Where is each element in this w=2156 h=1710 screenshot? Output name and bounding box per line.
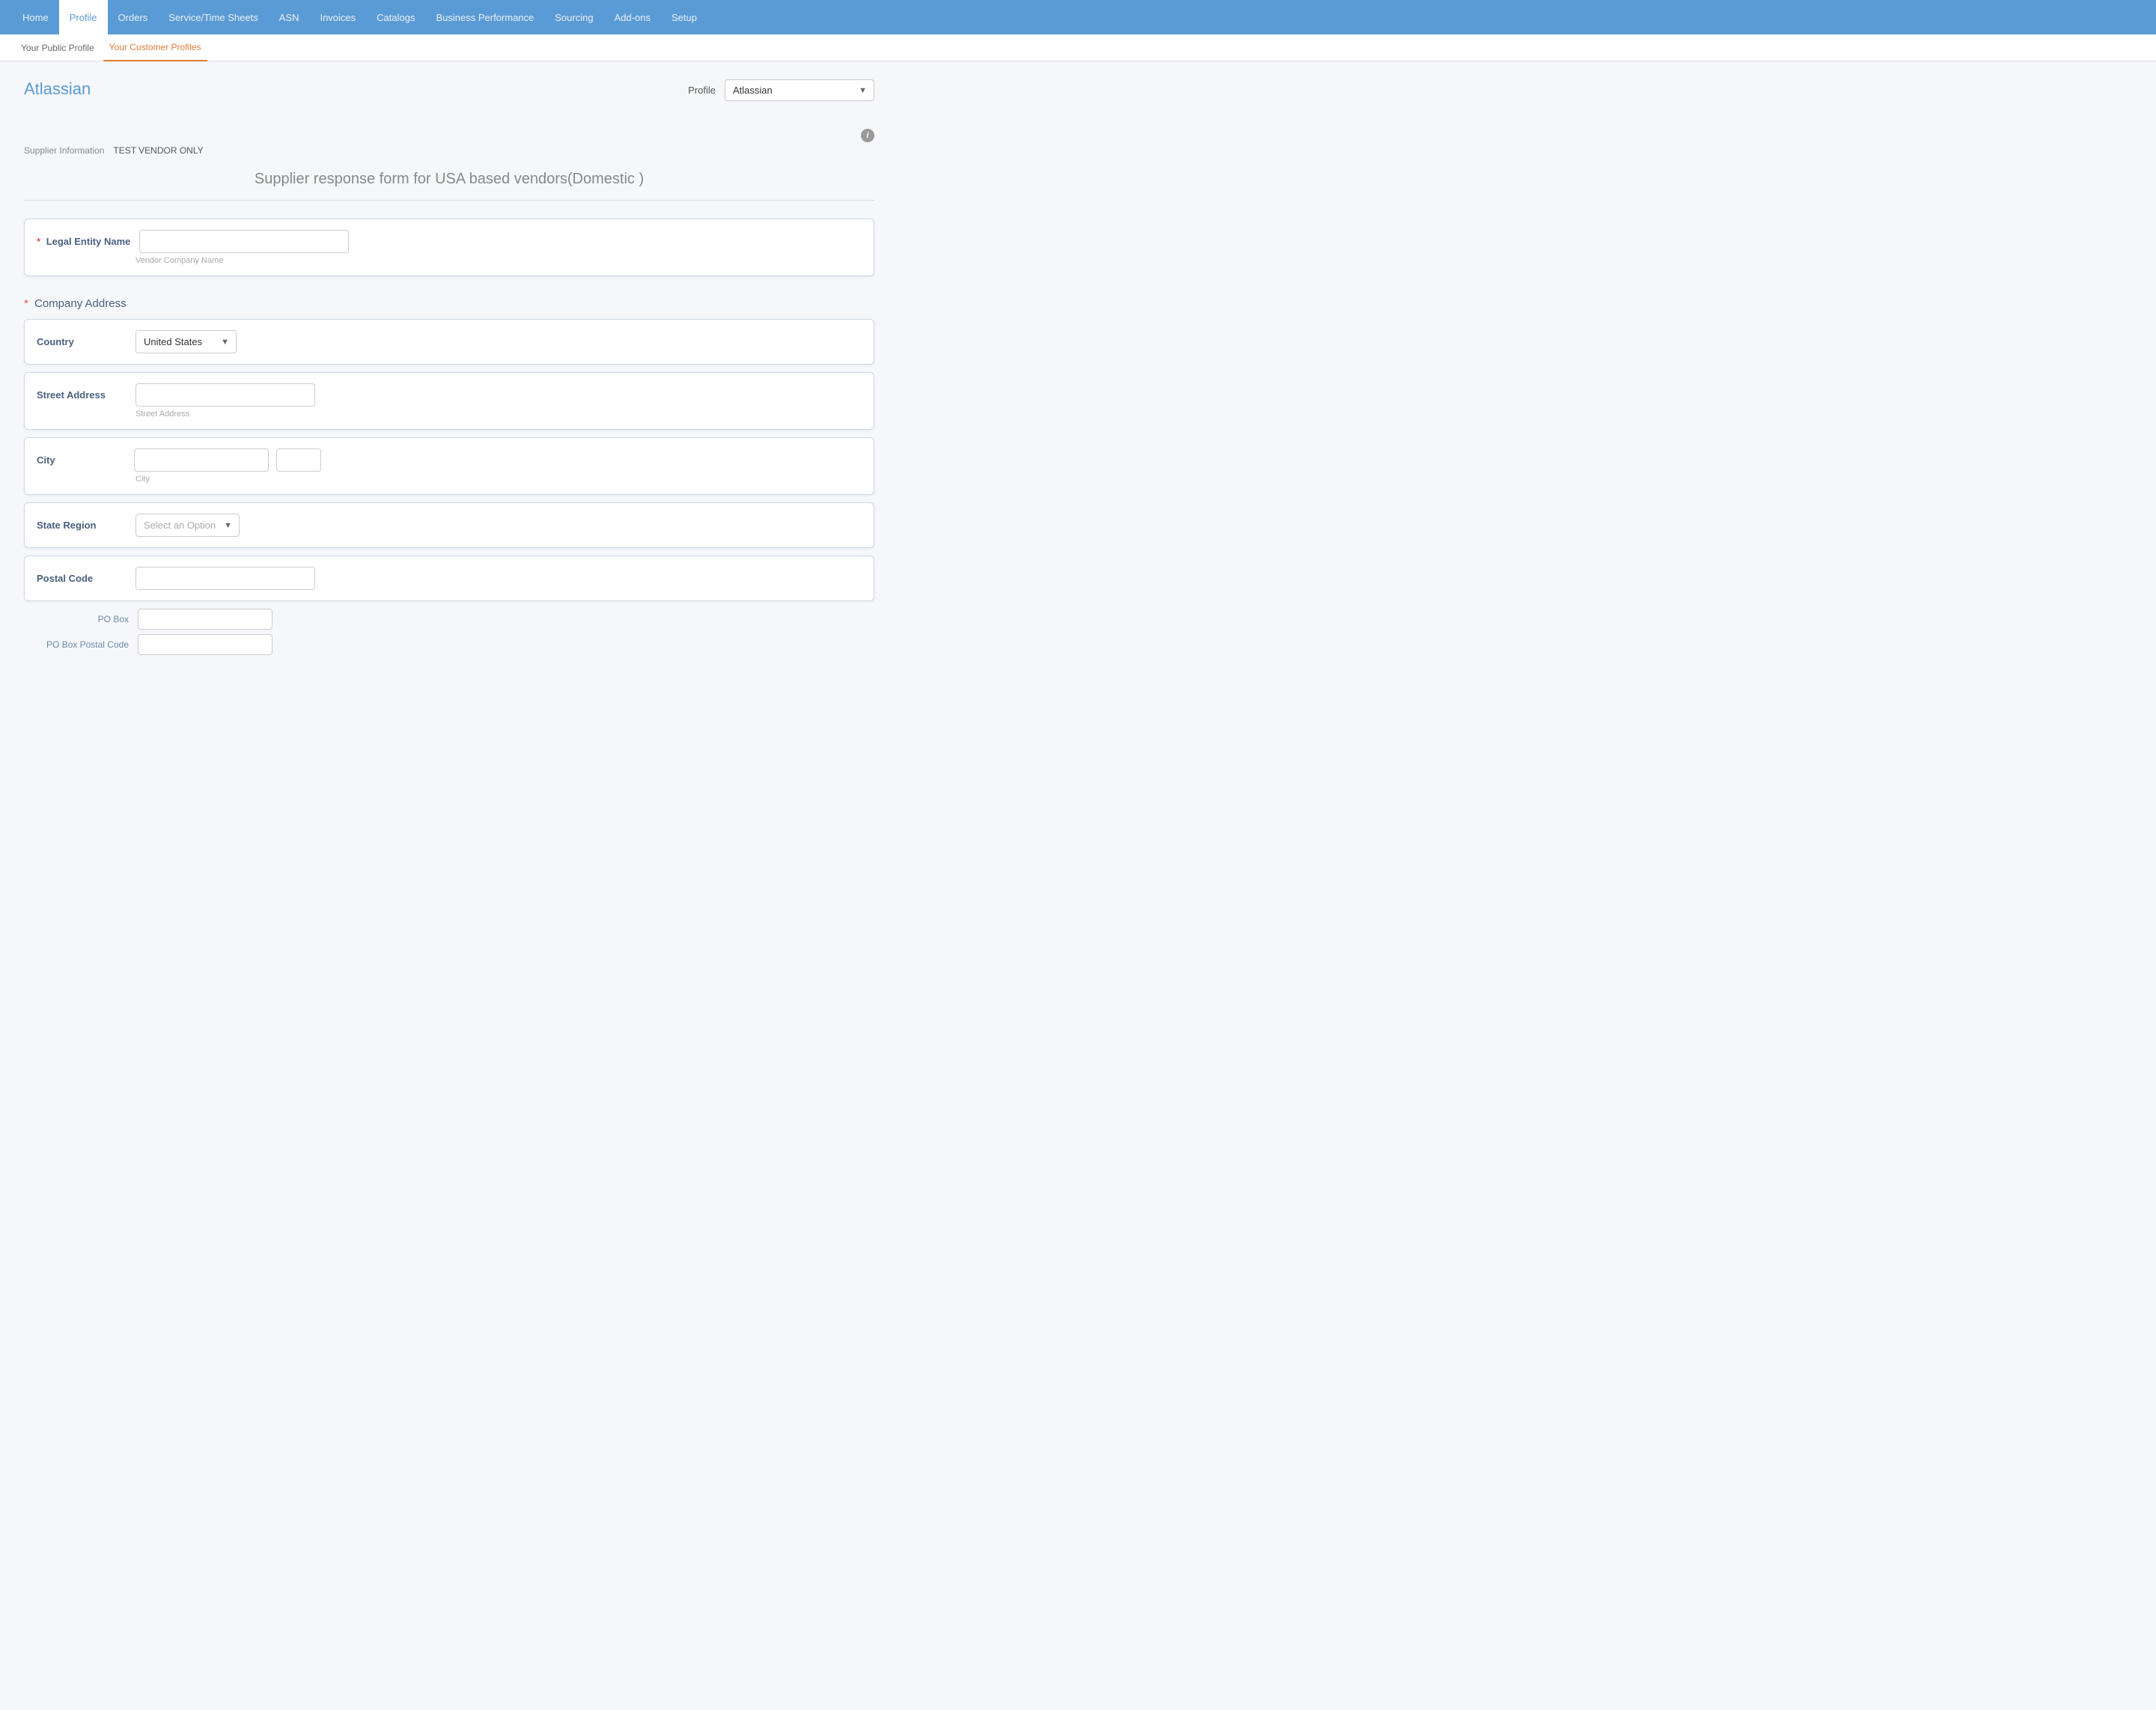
main-content: Atlassian Profile Atlassian ▼ i Supplier…: [0, 61, 898, 694]
legal-entity-required-star: *: [37, 236, 40, 247]
city-label: City: [37, 454, 127, 466]
sub-navigation: Your Public Profile Your Customer Profil…: [0, 34, 2156, 61]
nav-profile[interactable]: Profile: [59, 0, 108, 34]
profile-select[interactable]: Atlassian: [725, 79, 874, 101]
form-title: Supplier response form for USA based ven…: [24, 171, 874, 201]
street-address-input[interactable]: [135, 383, 315, 407]
subnav-public-profile[interactable]: Your Public Profile: [15, 34, 100, 61]
nav-asn[interactable]: ASN: [269, 0, 310, 34]
po-box-input[interactable]: [138, 609, 272, 630]
po-box-postal-code-input[interactable]: [138, 634, 272, 655]
postal-code-label: Postal Code: [37, 573, 127, 584]
nav-orders[interactable]: Orders: [108, 0, 159, 34]
street-address-card: Street Address Street Address: [24, 372, 874, 430]
po-box-postal-code-row: PO Box Postal Code: [24, 634, 874, 655]
city-hint: City: [135, 475, 862, 484]
legal-entity-hint: Vendor Company Name: [135, 256, 862, 265]
nav-add-ons[interactable]: Add-ons: [604, 0, 661, 34]
nav-sourcing[interactable]: Sourcing: [544, 0, 603, 34]
legal-entity-label: * Legal Entity Name: [37, 236, 130, 247]
page-title: Atlassian: [24, 79, 91, 99]
nav-catalogs[interactable]: Catalogs: [366, 0, 425, 34]
postal-code-row: Postal Code: [37, 567, 862, 590]
state-region-select[interactable]: Select an Option: [135, 514, 240, 537]
country-select[interactable]: United States Canada United Kingdom Aust…: [135, 330, 237, 353]
country-card: Country United States Canada United King…: [24, 319, 874, 365]
top-navigation: Home Profile Orders Service/Time Sheets …: [0, 0, 2156, 34]
legal-entity-card: * Legal Entity Name Vendor Company Name: [24, 219, 874, 276]
country-label: Country: [37, 336, 127, 347]
nav-service-time-sheets[interactable]: Service/Time Sheets: [158, 0, 268, 34]
state-region-card: State Region Select an Option ▼: [24, 502, 874, 548]
profile-select-wrapper: Atlassian ▼: [725, 79, 874, 101]
state-select-wrapper: Select an Option ▼: [135, 514, 240, 537]
supplier-info-value: TEST VENDOR ONLY: [113, 145, 203, 156]
info-icon[interactable]: i: [861, 129, 874, 142]
company-address-required-star: *: [24, 297, 28, 310]
supplier-info-row: Supplier Information TEST VENDOR ONLY: [24, 145, 874, 156]
po-fields-container: PO Box PO Box Postal Code: [24, 609, 874, 655]
company-address-heading: * Company Address: [24, 297, 874, 310]
company-address-section: * Company Address Country United States …: [24, 297, 874, 655]
legal-entity-section: * Legal Entity Name Vendor Company Name: [24, 219, 874, 276]
nav-home[interactable]: Home: [12, 0, 59, 34]
info-icon-row: i: [24, 129, 874, 142]
city-extra-input[interactable]: [276, 448, 321, 472]
postal-code-input[interactable]: [135, 567, 315, 590]
legal-entity-row: * Legal Entity Name: [37, 230, 862, 253]
street-address-hint: Street Address: [135, 410, 862, 419]
supplier-info-label: Supplier Information: [24, 145, 104, 156]
city-row: City: [37, 448, 862, 472]
city-card: City City: [24, 437, 874, 495]
nav-setup[interactable]: Setup: [661, 0, 707, 34]
country-select-wrapper: United States Canada United Kingdom Aust…: [135, 330, 237, 353]
country-row: Country United States Canada United King…: [37, 330, 862, 353]
profile-selector-label: Profile: [688, 85, 716, 96]
po-box-postal-code-label: PO Box Postal Code: [24, 639, 129, 650]
city-input[interactable]: [134, 448, 269, 472]
subnav-customer-profiles[interactable]: Your Customer Profiles: [103, 34, 207, 61]
po-box-label: PO Box: [24, 614, 129, 624]
street-address-row: Street Address: [37, 383, 862, 407]
po-box-row: PO Box: [24, 609, 874, 630]
profile-selector-row: Profile Atlassian ▼: [688, 79, 874, 101]
postal-code-card: Postal Code: [24, 556, 874, 601]
legal-entity-input[interactable]: [139, 230, 349, 253]
state-region-row: State Region Select an Option ▼: [37, 514, 862, 537]
state-region-label: State Region: [37, 520, 127, 531]
nav-business-performance[interactable]: Business Performance: [425, 0, 544, 34]
street-address-label: Street Address: [37, 389, 127, 401]
nav-invoices[interactable]: Invoices: [309, 0, 366, 34]
